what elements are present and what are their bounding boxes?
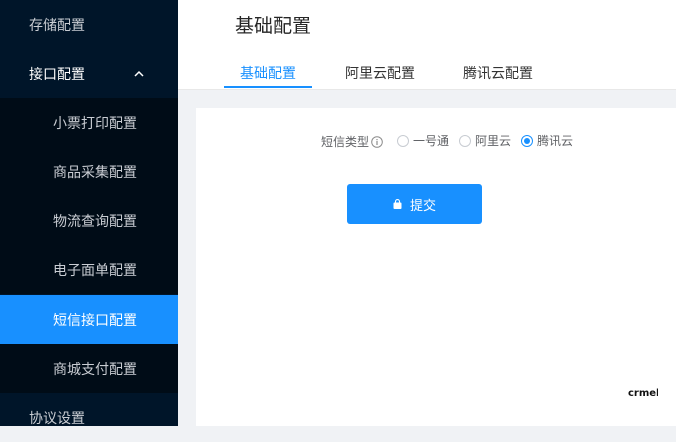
sidebar-item-payment-config[interactable]: 商城支付配置 bbox=[0, 344, 178, 393]
sidebar-item-label: 物流查询配置 bbox=[53, 213, 137, 230]
sidebar-item-label: 协议设置 bbox=[29, 410, 85, 427]
sidebar: 存储配置 接口配置 小票打印配置 商品采集配置 物流查询配置 电子面单配置 短信… bbox=[0, 0, 178, 427]
sidebar-item-receipt-print-config[interactable]: 小票打印配置 bbox=[0, 98, 178, 147]
radio-circle-checked bbox=[521, 134, 533, 147]
sidebar-item-label: 电子面单配置 bbox=[53, 262, 137, 279]
submit-label: 提交 bbox=[409, 198, 436, 214]
sidebar-item-label: 存储配置 bbox=[29, 17, 85, 34]
radio-tencent[interactable]: 腾讯云 bbox=[521, 132, 573, 149]
radio-yihaotong[interactable]: 一号通 bbox=[397, 132, 449, 149]
crmeb-logo: crmeb bbox=[628, 388, 658, 399]
radio-label: 腾讯云 bbox=[537, 134, 574, 148]
info-icon[interactable] bbox=[371, 136, 383, 148]
submit-button[interactable]: 提交 bbox=[347, 184, 482, 224]
sidebar-item-label: 短信接口配置 bbox=[53, 312, 137, 329]
sidebar-item-label: 商品采集配置 bbox=[53, 164, 137, 181]
sidebar-item-sms-interface-config[interactable]: 短信接口配置 bbox=[0, 295, 178, 344]
radio-aliyun[interactable]: 阿里云 bbox=[459, 132, 511, 149]
tab-basic-config[interactable]: 基础配置 bbox=[240, 63, 296, 83]
sms-type-label: 短信类型 bbox=[321, 135, 370, 149]
tab-tencent-config[interactable]: 腾讯云配置 bbox=[463, 63, 533, 83]
sidebar-item-interface-config[interactable]: 接口配置 bbox=[0, 49, 178, 98]
radio-label: 一号通 bbox=[413, 134, 450, 148]
page-header: 基础配置 基础配置 阿里云配置 腾讯云配置 bbox=[178, 0, 676, 90]
radio-circle bbox=[397, 134, 409, 147]
sidebar-item-storage-config[interactable]: 存储配置 bbox=[0, 0, 178, 49]
config-form-card: 短信类型 一号通 阿里云 腾讯云 提交 bbox=[196, 108, 676, 426]
sidebar-item-agreement-settings[interactable]: 协议设置 bbox=[0, 393, 178, 442]
radio-circle bbox=[459, 134, 471, 147]
sidebar-item-label: 商城支付配置 bbox=[53, 361, 137, 378]
sidebar-item-product-collect-config[interactable]: 商品采集配置 bbox=[0, 147, 178, 196]
chevron-up-icon bbox=[134, 70, 144, 77]
lock-icon bbox=[393, 199, 402, 209]
radio-label: 阿里云 bbox=[475, 134, 512, 148]
sidebar-item-label: 接口配置 bbox=[29, 66, 85, 83]
tab-aliyun-config[interactable]: 阿里云配置 bbox=[345, 63, 415, 83]
sidebar-item-e-waybill-config[interactable]: 电子面单配置 bbox=[0, 245, 178, 294]
svg-text:crmeb: crmeb bbox=[628, 388, 658, 399]
sidebar-item-label: 小票打印配置 bbox=[53, 115, 137, 132]
sidebar-item-logistics-query-config[interactable]: 物流查询配置 bbox=[0, 196, 178, 245]
page-title: 基础配置 bbox=[235, 15, 312, 37]
active-tab-indicator bbox=[224, 86, 312, 88]
